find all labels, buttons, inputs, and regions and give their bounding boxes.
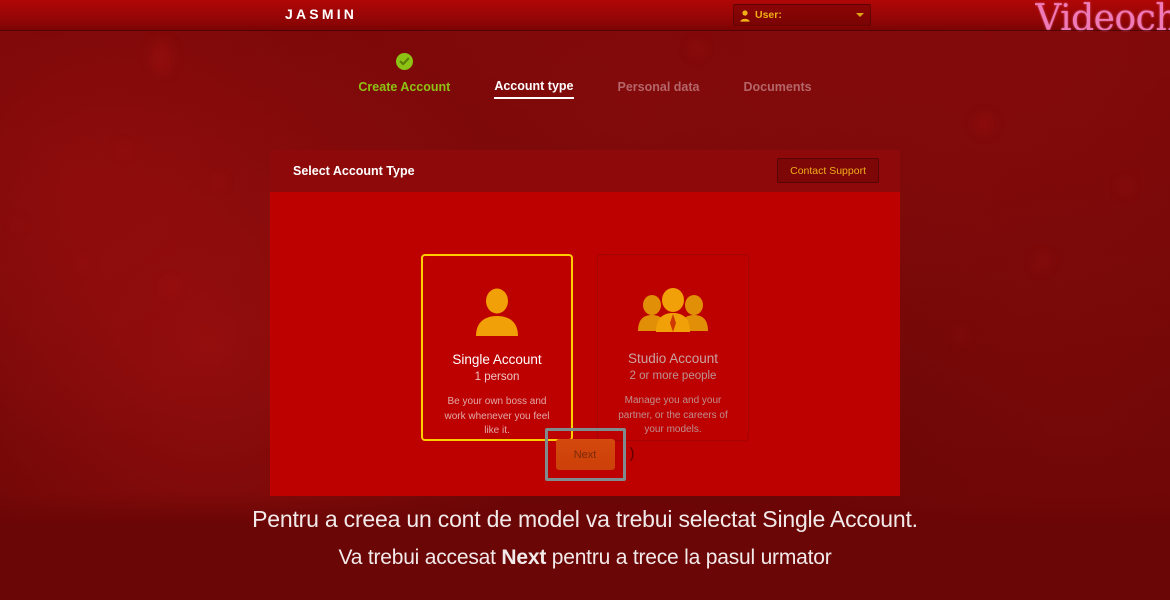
- bokeh-spot: [1035, 255, 1049, 269]
- jasmin-logo[interactable]: JASMIN: [285, 6, 357, 22]
- bokeh-spot: [78, 258, 90, 270]
- caption-line-2: Va trebui accesat Next pentru a trece la…: [0, 545, 1170, 572]
- step-documents[interactable]: Documents: [722, 53, 834, 99]
- contact-support-button[interactable]: Contact Support: [777, 158, 879, 183]
- videochat-watermark: Videoch: [1035, 0, 1170, 39]
- next-button-highlight-box: Next ): [544, 428, 635, 481]
- step-account-type[interactable]: Account type: [472, 52, 595, 99]
- card-subtitle: 2 or more people: [629, 370, 717, 383]
- bokeh-spot: [1120, 180, 1132, 192]
- top-navigation-bar: JASMIN User: Videoch: [0, 0, 1170, 39]
- account-type-options: Single Account 1 person Be your own boss…: [270, 192, 900, 441]
- panel-header: Select Account Type Contact Support: [270, 150, 900, 192]
- account-card-studio[interactable]: Studio Account 2 or more people Manage y…: [597, 254, 749, 441]
- instruction-caption: Pentru a creea un cont de model va trebu…: [0, 505, 1170, 572]
- user-menu-label: User:: [755, 9, 782, 21]
- step-label: Account type: [494, 79, 574, 99]
- account-card-single[interactable]: Single Account 1 person Be your own boss…: [421, 254, 573, 441]
- step-label: Personal data: [617, 80, 700, 94]
- bokeh-spot: [163, 280, 177, 294]
- card-title: Studio Account: [627, 351, 719, 366]
- caption-line-2-before: Va trebui accesat: [338, 546, 502, 570]
- step-personal-data[interactable]: Personal data: [596, 53, 722, 99]
- panel-title: Select Account Type: [293, 164, 415, 178]
- step-label: Documents: [743, 80, 812, 94]
- bokeh-spot: [215, 178, 224, 187]
- card-title: Single Account: [452, 352, 542, 367]
- caption-line-2-bold: Next: [501, 546, 547, 570]
- bokeh-spot: [975, 115, 993, 133]
- bokeh-spot: [118, 145, 129, 156]
- check-circle-icon: [395, 53, 413, 70]
- group-people-icon: [598, 282, 748, 340]
- step-create-account[interactable]: Create Account: [336, 53, 472, 99]
- card-subtitle: 1 person: [474, 371, 520, 384]
- caption-line-2-after: pentru a trece la pasul urmator: [546, 546, 832, 570]
- single-person-icon: [423, 283, 571, 341]
- trailing-glyph: ): [629, 445, 635, 462]
- account-type-panel: Select Account Type Contact Support Sing…: [270, 150, 900, 496]
- caption-line-1: Pentru a creea un cont de model va trebu…: [252, 506, 918, 532]
- next-button[interactable]: Next: [555, 439, 615, 470]
- signup-step-navigation: Create Account Account type Personal dat…: [0, 52, 1170, 99]
- bokeh-spot: [955, 330, 966, 341]
- chevron-down-icon: [856, 13, 864, 17]
- next-button-area: Next ): [270, 428, 900, 481]
- bokeh-spot: [12, 220, 21, 229]
- step-label: Create Account: [358, 80, 451, 94]
- user-menu-dropdown[interactable]: User:: [733, 4, 871, 26]
- person-icon: [740, 9, 750, 22]
